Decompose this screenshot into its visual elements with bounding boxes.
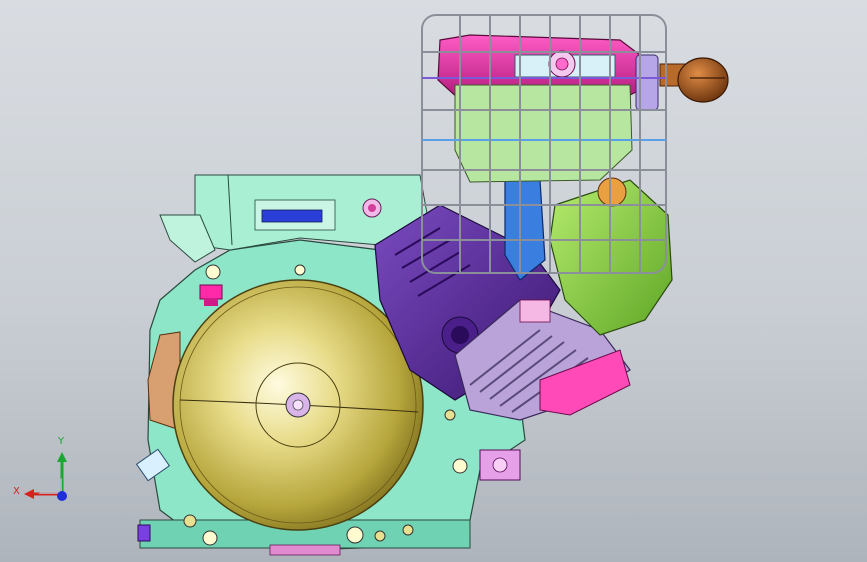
x-axis-label: X <box>13 486 20 497</box>
coordinate-triad: Y X <box>8 436 78 508</box>
engine-3d-model[interactable] <box>0 0 867 562</box>
intake-tube[interactable] <box>504 179 546 281</box>
exhaust-port[interactable] <box>479 449 521 481</box>
graphics-viewport[interactable]: Y X <box>0 0 867 562</box>
flywheel-cover[interactable] <box>172 279 424 531</box>
muffler-tip[interactable] <box>659 57 729 103</box>
y-axis-label: Y <box>58 436 65 447</box>
fuel-cap[interactable] <box>548 50 576 78</box>
coordinate-triad-icon <box>24 452 67 501</box>
